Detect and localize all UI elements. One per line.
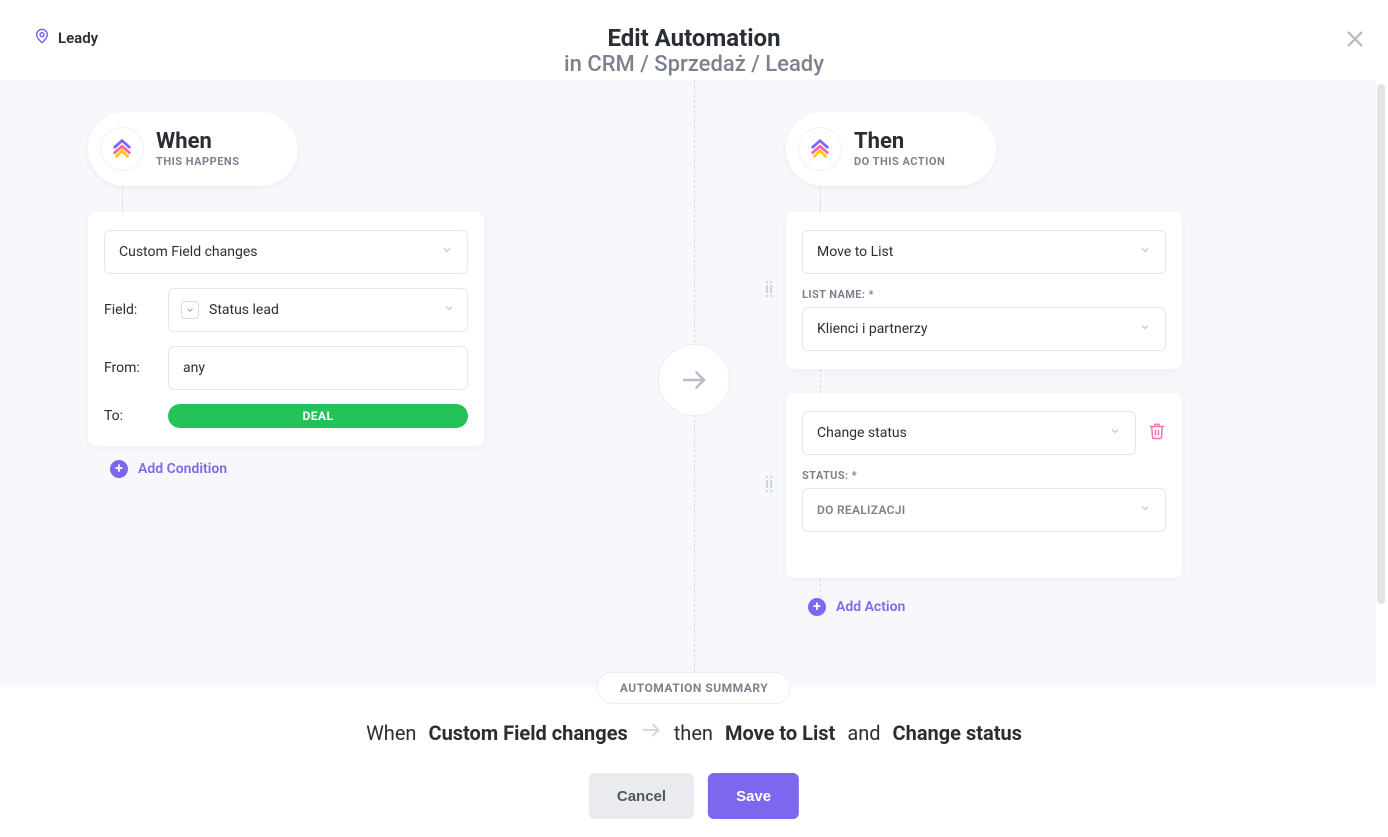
add-condition-label: Add Condition	[138, 461, 227, 477]
field-value: Status lead	[209, 302, 279, 318]
cancel-button[interactable]: Cancel	[589, 773, 694, 819]
automation-canvas: When THIS HAPPENS Custom Field changes F…	[0, 80, 1376, 687]
breadcrumb-label: Leady	[58, 29, 98, 47]
field-label: Field:	[104, 302, 152, 318]
plus-circle-icon: +	[808, 598, 826, 616]
chevron-down-icon	[441, 244, 453, 260]
drag-handle-icon[interactable]: ⠿⠿	[764, 285, 776, 297]
then-header-pill: Then DO THIS ACTION	[786, 112, 996, 186]
arrow-right-icon	[640, 719, 662, 746]
connector	[820, 369, 821, 393]
summary-text: When Custom Field changes then Move to L…	[366, 719, 1022, 746]
location-pin-icon	[34, 28, 50, 48]
chevron-down-icon	[1109, 425, 1121, 441]
modal-footer: AUTOMATION SUMMARY When Custom Field cha…	[0, 687, 1388, 837]
summary-and-word: and	[847, 721, 880, 745]
add-condition-button[interactable]: + Add Condition	[88, 460, 484, 478]
breadcrumb[interactable]: Leady	[34, 28, 98, 48]
from-label: From:	[104, 360, 152, 376]
action-type-value: Change status	[817, 425, 907, 441]
connector	[820, 578, 821, 598]
summary-when-value: Custom Field changes	[428, 721, 627, 745]
close-button[interactable]	[1344, 28, 1366, 54]
clickup-logo-icon	[100, 127, 144, 171]
to-value-pill[interactable]: DEAL	[168, 404, 468, 428]
when-header-pill: When THIS HAPPENS	[88, 112, 298, 186]
action-param-label: STATUS: *	[802, 469, 1166, 482]
action-type-select[interactable]: Change status	[802, 411, 1136, 455]
flow-arrow-icon	[658, 344, 730, 416]
summary-then-word: then	[674, 721, 713, 745]
chevron-down-icon	[443, 302, 455, 318]
action-card-move-to-list: ⠿⠿ Move to List LIST NAME: * Klienci i p…	[786, 212, 1182, 369]
status-select[interactable]: DO REALIZACJI	[802, 488, 1166, 532]
summary-then-value2: Change status	[893, 721, 1022, 745]
title-block: Edit Automation in CRM / Sprzedaż / Lead…	[564, 24, 824, 77]
field-select[interactable]: Status lead	[168, 288, 468, 332]
summary-then-value1: Move to List	[725, 721, 835, 745]
delete-action-button[interactable]	[1148, 422, 1166, 444]
trigger-type-value: Custom Field changes	[119, 244, 257, 260]
dropdown-field-icon	[181, 301, 199, 319]
from-value: any	[183, 360, 205, 376]
action-type-value: Move to List	[817, 244, 893, 260]
scrollbar[interactable]	[1377, 84, 1385, 604]
action-type-select[interactable]: Move to List	[802, 230, 1166, 274]
modal-header: Leady Edit Automation in CRM / Sprzedaż …	[0, 0, 1388, 80]
when-subtitle: THIS HAPPENS	[156, 155, 239, 168]
add-action-label: Add Action	[836, 599, 905, 615]
page-subtitle: in CRM / Sprzedaż / Leady	[564, 52, 824, 77]
connector	[820, 186, 821, 212]
clickup-logo-icon	[798, 127, 842, 171]
footer-buttons: Cancel Save	[589, 773, 799, 819]
add-action-button[interactable]: + Add Action	[786, 598, 1182, 616]
action-card-change-status: ⠿⠿ Change status STATUS: * DO REALIZACJI	[786, 393, 1182, 578]
then-title: Then	[854, 130, 945, 154]
then-column: Then DO THIS ACTION ⠿⠿ Move to List LIST…	[786, 112, 1182, 616]
from-value-input[interactable]: any	[168, 346, 468, 390]
summary-label: AUTOMATION SUMMARY	[597, 672, 791, 704]
status-value: DO REALIZACJI	[817, 503, 906, 517]
trigger-type-select[interactable]: Custom Field changes	[104, 230, 468, 274]
to-label: To:	[104, 408, 152, 424]
chevron-down-icon	[1139, 244, 1151, 260]
chevron-down-icon	[1139, 321, 1151, 337]
list-name-select[interactable]: Klienci i partnerzy	[802, 307, 1166, 351]
page-title: Edit Automation	[564, 24, 824, 52]
save-button[interactable]: Save	[708, 773, 799, 819]
chevron-down-icon	[1139, 502, 1151, 518]
action-param-label: LIST NAME: *	[802, 288, 1166, 301]
to-value: DEAL	[302, 409, 333, 423]
then-subtitle: DO THIS ACTION	[854, 155, 945, 168]
drag-handle-icon[interactable]: ⠿⠿	[764, 480, 776, 492]
connector	[122, 186, 123, 212]
when-title: When	[156, 130, 239, 154]
list-name-value: Klienci i partnerzy	[817, 321, 927, 337]
trigger-card: Custom Field changes Field: Status lead	[88, 212, 484, 446]
plus-circle-icon: +	[110, 460, 128, 478]
when-column: When THIS HAPPENS Custom Field changes F…	[88, 112, 484, 478]
summary-when-word: When	[366, 721, 416, 745]
